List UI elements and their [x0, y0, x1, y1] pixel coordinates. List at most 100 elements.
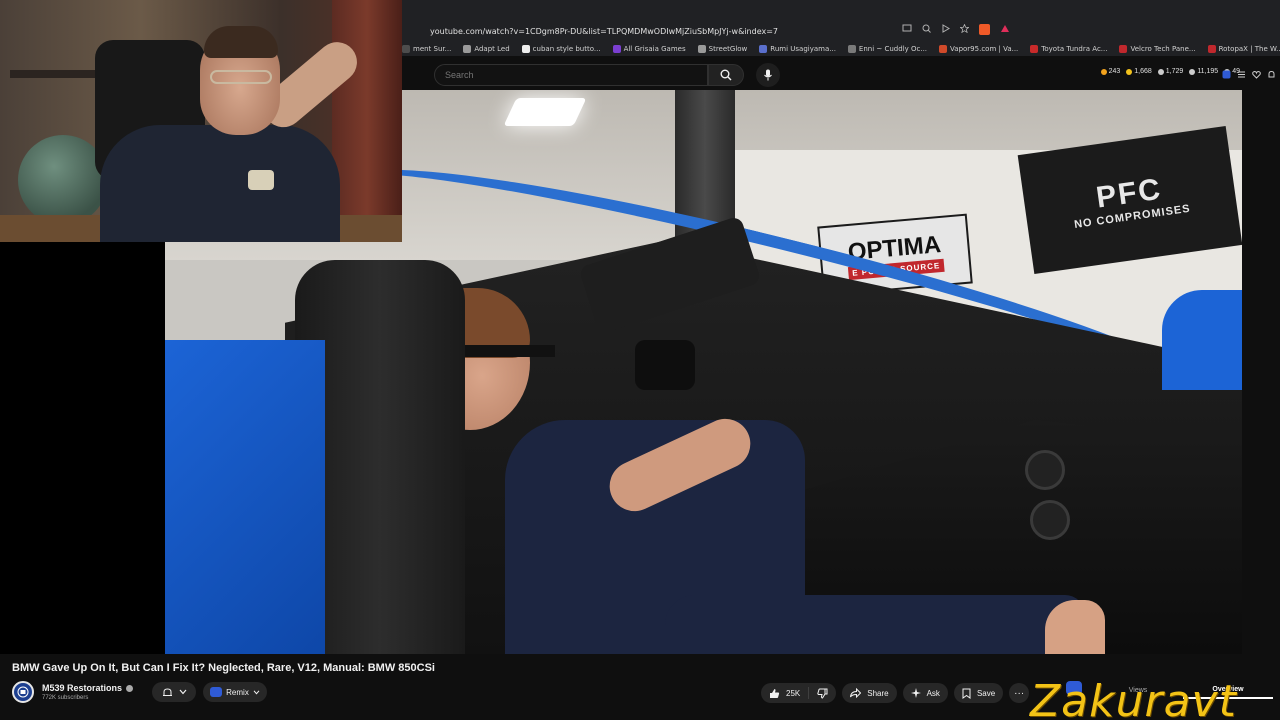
- channel-block[interactable]: M539 Restorations 772K subscribers: [12, 681, 134, 703]
- bookmark-favicon-icon: [1207, 45, 1216, 53]
- stat-icon: [1100, 68, 1107, 75]
- bookmark-item[interactable]: StreetGlow: [697, 45, 748, 53]
- search-input[interactable]: [445, 70, 685, 80]
- bookmark-icon: [962, 688, 971, 699]
- bookmark-item[interactable]: All Grisaia Games: [612, 45, 686, 53]
- bookmark-favicon-icon: [612, 45, 621, 53]
- bookmark-label: Velcro Tech Pane...: [1130, 45, 1196, 53]
- dash-vent: [1025, 450, 1065, 490]
- channel-name[interactable]: M539 Restorations: [42, 683, 122, 693]
- chevron-down-icon: [179, 689, 186, 695]
- bookmark-favicon-icon: [847, 45, 856, 53]
- thumbs-down-icon: [817, 688, 828, 699]
- bookmark-favicon-icon: [1119, 45, 1128, 53]
- video-title: BMW Gave Up On It, But Can I Fix It? Neg…: [12, 662, 435, 674]
- zoom-icon[interactable]: [922, 24, 931, 35]
- address-bar[interactable]: youtube.com/watch?v=1CDgm8Pr-DU&list=TLP…: [402, 20, 1280, 42]
- stat-icon: [1189, 68, 1196, 75]
- channel-name-row[interactable]: M539 Restorations: [42, 683, 134, 693]
- brave-rewards-icon[interactable]: [1000, 24, 1010, 35]
- bookmark-label: Toyota Tundra Ac...: [1041, 45, 1108, 53]
- bookmark-label: Rumi Usagiyama...: [770, 45, 836, 53]
- bookmark-favicon-icon: [697, 45, 706, 53]
- bookmark-item[interactable]: Enni ~ Cuddly Oc...: [847, 45, 928, 53]
- bookmark-label: All Grisaia Games: [623, 45, 686, 53]
- stat-value: 11,195: [1197, 68, 1219, 75]
- car-body-right: [1162, 290, 1242, 390]
- share-button[interactable]: Share: [842, 683, 897, 703]
- youtube-header: 2431,6681,72911,19549: [402, 56, 1280, 90]
- bookmark-item[interactable]: Toyota Tundra Ac...: [1030, 45, 1107, 53]
- extension-stats: 243 1,668 1,729 11,195 49: [1100, 68, 1240, 75]
- mechanic-knee: [1045, 600, 1105, 654]
- stat-value: 243: [1108, 68, 1121, 75]
- bookmark-item[interactable]: ment Sur...: [402, 45, 451, 53]
- bookmark-favicon-icon: [1030, 45, 1039, 53]
- streamer-hair: [204, 26, 278, 58]
- more-actions-button[interactable]: ···: [1009, 683, 1030, 703]
- mechanic-legs: [665, 595, 1085, 654]
- address-bar-actions: [902, 23, 1010, 35]
- subscription-bell-button[interactable]: [152, 682, 196, 702]
- browser-tab-strip: [402, 0, 1280, 20]
- bookmark-item[interactable]: cuban style butto...: [521, 45, 601, 53]
- dislike-button[interactable]: [809, 683, 836, 703]
- microphone-icon: [764, 69, 772, 81]
- video-info: BMW Gave Up On It, But Can I Fix It? Neg…: [0, 654, 1280, 720]
- bookmark-favicon-icon: [521, 45, 530, 53]
- stat-item: 1,668: [1126, 68, 1152, 75]
- bookmark-item[interactable]: Adapt Led: [463, 45, 510, 53]
- url-text[interactable]: youtube.com/watch?v=1CDgm8Pr-DU&list=TLP…: [430, 27, 778, 36]
- save-button[interactable]: Save: [953, 683, 1004, 703]
- streamer-glasses: [210, 70, 272, 84]
- dash-vent: [1030, 500, 1070, 540]
- bookmarks-bar: ment Sur... Adapt Led cuban style butto...…: [402, 42, 1280, 56]
- bookmark-favicon-icon: [939, 45, 948, 53]
- bookmark-item[interactable]: Rumi Usagiyama...: [759, 45, 836, 53]
- channel-text: M539 Restorations 772K subscribers: [42, 683, 134, 701]
- video-actions: 25K Share Ask Save ···: [761, 683, 1030, 703]
- menu-lines-icon[interactable]: [1237, 66, 1246, 84]
- notification-bell-icon[interactable]: [1267, 66, 1276, 84]
- webcam-overlay: [0, 0, 402, 242]
- screen: youtube.com/watch?v=1CDgm8Pr-DU&list=TLP…: [0, 0, 1280, 720]
- ceiling-light: [503, 98, 587, 126]
- remix-label: Remix: [226, 687, 249, 697]
- voice-search-button[interactable]: [756, 63, 780, 87]
- bookmark-item[interactable]: Velcro Tech Pane...: [1119, 45, 1196, 53]
- ask-label: Ask: [926, 688, 940, 698]
- bookmark-favicon-icon: [759, 45, 768, 53]
- bookmark-label: Enni ~ Cuddly Oc...: [858, 45, 928, 53]
- bookmark-label: RotopaX | The W...: [1218, 45, 1280, 53]
- header-extension-icons: [1222, 66, 1276, 84]
- bookmark-star-icon[interactable]: [959, 23, 970, 35]
- bell-icon: [162, 687, 172, 696]
- search-box[interactable]: [434, 64, 708, 86]
- car-door-blue: [165, 340, 325, 654]
- sponsorblock-icon[interactable]: [1222, 66, 1231, 84]
- streamer-body: [100, 125, 340, 242]
- bookmark-item[interactable]: RotopaX | The W...: [1207, 45, 1280, 53]
- sparkle-icon: [910, 688, 921, 698]
- rearview-mirror: [635, 340, 695, 390]
- bookmark-label: Adapt Led: [474, 45, 510, 53]
- cast-icon[interactable]: [941, 24, 950, 35]
- remix-extension-icon: [210, 687, 223, 697]
- share-icon: [850, 688, 862, 698]
- ask-button[interactable]: Ask: [902, 683, 948, 703]
- search-button[interactable]: [708, 64, 744, 86]
- install-app-icon[interactable]: [902, 24, 912, 35]
- shirt-logo: [248, 170, 274, 190]
- like-button[interactable]: 25K: [761, 683, 808, 703]
- bookmark-item[interactable]: Vapor95.com | Va...: [939, 45, 1018, 53]
- bookmark-label: StreetGlow: [708, 45, 748, 53]
- brave-shield-icon[interactable]: [979, 24, 990, 35]
- channel-avatar[interactable]: [12, 681, 34, 703]
- bookmark-label: cuban style butto...: [532, 45, 601, 53]
- share-label: Share: [867, 688, 889, 698]
- remix-button[interactable]: Remix: [203, 682, 267, 702]
- webcam-curtain: [332, 0, 402, 242]
- heart-icon[interactable]: [1252, 66, 1261, 84]
- save-label: Save: [976, 688, 996, 698]
- stat-item: 1,729: [1157, 68, 1183, 75]
